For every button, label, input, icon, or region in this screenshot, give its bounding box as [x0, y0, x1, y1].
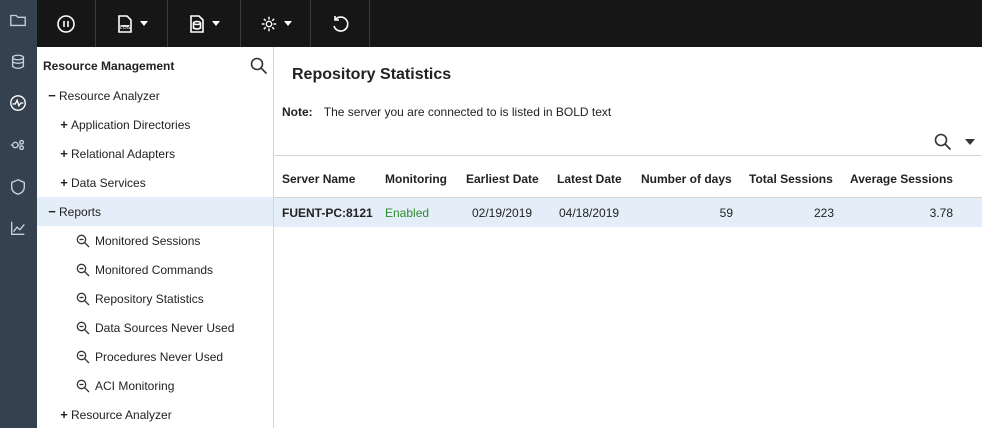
- cell-server-name: FUENT-PC:8121: [282, 206, 373, 220]
- report-search-icon: [76, 321, 90, 335]
- page-title: Repository Statistics: [292, 66, 452, 83]
- report-search-icon: [76, 379, 90, 393]
- pause-button[interactable]: [37, 0, 96, 47]
- refresh-button[interactable]: [311, 0, 370, 47]
- expand-icon[interactable]: +: [59, 146, 69, 161]
- cell-monitoring: Enabled: [385, 206, 430, 220]
- tree-item-label: Application Directories: [71, 117, 191, 132]
- tree-item-label: Relational Adapters: [71, 146, 176, 161]
- tree-item-reports[interactable]: − Reports: [37, 197, 273, 226]
- tree-item-aci-monitoring[interactable]: ACI Monitoring: [37, 371, 273, 400]
- cell-average-sessions: 3.78: [929, 206, 953, 220]
- tree-item-application-directories[interactable]: + Application Directories: [37, 110, 273, 139]
- expand-icon[interactable]: +: [59, 117, 69, 132]
- tree-item-label: Data Sources Never Used: [95, 320, 235, 335]
- database-icon[interactable]: [8, 52, 28, 72]
- tree-title: Resource Management: [43, 59, 175, 73]
- column-header-number-of-days[interactable]: Number of days: [641, 172, 732, 186]
- tree-item-label: ACI Monitoring: [95, 378, 175, 393]
- column-header-total-sessions[interactable]: Total Sessions: [749, 172, 833, 186]
- table-header: Server Name Monitoring Earliest Date Lat…: [274, 155, 982, 198]
- report-search-icon: [76, 292, 90, 306]
- tree-item-label: Reports: [59, 204, 102, 219]
- tree-item-resource-analyzer[interactable]: − Resource Analyzer: [37, 81, 273, 110]
- column-header-server-name[interactable]: Server Name: [282, 172, 355, 186]
- database-report-button[interactable]: [168, 0, 241, 47]
- gear-icon: [261, 16, 276, 31]
- left-rail: [0, 0, 37, 428]
- pause-icon: [57, 14, 75, 33]
- tree-item-data-sources-never-used[interactable]: Data Sources Never Used: [37, 313, 273, 342]
- tree-item-procedures-never-used[interactable]: Procedures Never Used: [37, 342, 273, 371]
- tree-item-label: Repository Statistics: [95, 291, 204, 306]
- shield-icon[interactable]: [8, 177, 28, 197]
- cell-earliest-date: 02/19/2019: [472, 206, 533, 220]
- column-header-average-sessions[interactable]: Average Sessions: [850, 172, 953, 186]
- note: Note: The server you are connected to is…: [282, 105, 611, 119]
- tree-item-label: Monitored Commands: [95, 262, 214, 277]
- tree-item-monitored-sessions[interactable]: Monitored Sessions: [37, 226, 273, 255]
- chevron-down-icon: [139, 21, 148, 26]
- tree-item-relational-adapters[interactable]: + Relational Adapters: [37, 139, 273, 168]
- expand-icon[interactable]: +: [59, 407, 69, 422]
- column-header-earliest-date[interactable]: Earliest Date: [466, 172, 539, 186]
- column-header-latest-date[interactable]: Latest Date: [557, 172, 622, 186]
- table-row[interactable]: FUENT-PC:8121 Enabled 02/19/2019 04/18/2…: [274, 198, 982, 227]
- tree-item-label: Monitored Sessions: [95, 233, 201, 248]
- cell-latest-date: 04/18/2019: [559, 206, 620, 220]
- note-label: Note:: [282, 105, 313, 119]
- cell-total-sessions: 223: [813, 206, 834, 220]
- database-report-icon: [190, 14, 204, 33]
- collapse-icon[interactable]: −: [47, 88, 57, 103]
- main-panel: Repository Statistics Note: The server y…: [274, 47, 982, 428]
- folder-icon[interactable]: [8, 10, 28, 30]
- table-search-icon[interactable]: [934, 133, 952, 151]
- column-header-monitoring[interactable]: Monitoring: [385, 172, 447, 186]
- tree-item-label: Data Services: [71, 175, 146, 190]
- resource-tree-panel: Resource Management − Resource Analyzer …: [37, 47, 274, 428]
- chevron-down-icon[interactable]: [965, 139, 975, 145]
- monitor-icon[interactable]: [8, 93, 28, 113]
- tree-item-data-services[interactable]: + Data Services: [37, 168, 273, 197]
- report-search-icon: [76, 234, 90, 248]
- chevron-down-icon: [283, 21, 292, 26]
- refresh-icon: [333, 15, 349, 32]
- tree-item-repository-statistics[interactable]: Repository Statistics: [37, 284, 273, 313]
- tree-item-label: Procedures Never Used: [95, 349, 224, 364]
- tree-item-resource-analyzer-2[interactable]: + Resource Analyzer: [37, 400, 273, 428]
- svg-text:LOG: LOG: [120, 25, 131, 31]
- search-icon[interactable]: [250, 57, 268, 75]
- tree-item-label: Resource Analyzer: [59, 88, 160, 103]
- tree-item-label: Resource Analyzer: [71, 407, 172, 422]
- log-button[interactable]: LOG: [96, 0, 168, 47]
- report-search-icon: [76, 263, 90, 277]
- settings-button[interactable]: [241, 0, 311, 47]
- collapse-icon[interactable]: −: [47, 204, 57, 219]
- chevron-down-icon: [212, 21, 220, 26]
- chart-icon[interactable]: [8, 218, 28, 238]
- expand-icon[interactable]: +: [59, 175, 69, 190]
- note-text: The server you are connected to is liste…: [323, 105, 612, 119]
- log-icon: LOG: [117, 14, 132, 33]
- report-search-icon: [76, 350, 90, 364]
- tree-item-monitored-commands[interactable]: Monitored Commands: [37, 255, 273, 284]
- settings-cog-icon[interactable]: [8, 135, 28, 155]
- toolbar: LOG: [37, 0, 982, 47]
- cell-number-of-days: 59: [719, 206, 733, 220]
